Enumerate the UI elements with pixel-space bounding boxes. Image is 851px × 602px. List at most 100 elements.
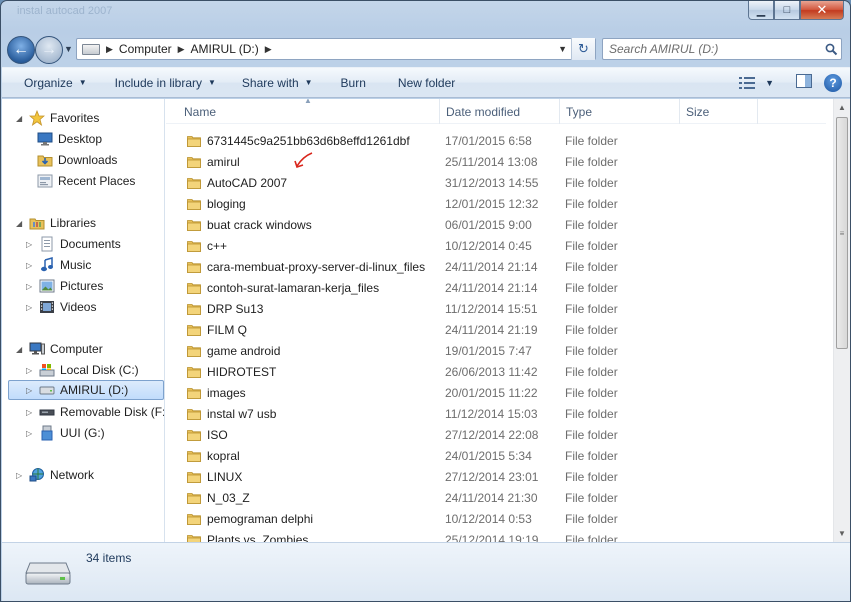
file-name[interactable]: amirul <box>187 155 240 169</box>
file-row[interactable]: ISO 27/12/2014 22:08 File folder <box>166 424 826 445</box>
file-name[interactable]: bloging <box>187 197 246 211</box>
file-row[interactable]: pemograman delphi 10/12/2014 0:53 File fol… <box>166 508 826 529</box>
title-bar[interactable]: instal autocad 2007 ▁ □ ✕ <box>1 1 850 31</box>
file-name[interactable]: ISO <box>187 428 228 442</box>
back-button[interactable]: ← <box>7 36 35 64</box>
file-row[interactable]: DRP Su13 11/12/2014 15:51 File folder <box>166 298 826 319</box>
sidebar-item-desktop[interactable]: Desktop <box>36 129 102 149</box>
chevron-right-icon[interactable]: ▶ <box>106 44 113 55</box>
column-header-name[interactable]: Name <box>178 99 440 124</box>
search-icon[interactable] <box>821 43 841 56</box>
sidebar-item-network[interactable]: ▷ Network <box>16 465 94 485</box>
expand-arrow-icon[interactable]: ▷ <box>26 261 36 270</box>
file-name[interactable]: c++ <box>187 239 227 253</box>
help-icon[interactable]: ? <box>824 73 842 92</box>
file-row[interactable]: AutoCAD 2007 31/12/2013 14:55 File folder <box>166 172 826 193</box>
file-name[interactable]: DRP Su13 <box>187 302 263 316</box>
include-in-library-menu[interactable]: Include in library ▼ <box>97 68 226 97</box>
expand-arrow-icon[interactable]: ▷ <box>26 303 36 312</box>
file-name[interactable]: pemograman delphi <box>187 512 313 526</box>
expand-arrow-icon[interactable]: ▷ <box>26 366 36 375</box>
expand-arrow-icon[interactable]: ▷ <box>16 471 26 480</box>
change-view-button[interactable]: ▼ <box>739 76 774 89</box>
burn-button[interactable]: Burn <box>323 68 376 97</box>
file-name[interactable]: game android <box>187 344 280 358</box>
chevron-right-icon[interactable]: ▶ <box>178 44 185 55</box>
file-row[interactable]: 6731445c9a251bb63d6b8effd1261dbf 17/01/20… <box>166 130 826 151</box>
forward-button[interactable]: → <box>35 36 63 64</box>
file-name[interactable]: N_03_Z <box>187 491 250 505</box>
scrollbar-thumb[interactable]: ≡ <box>836 117 848 349</box>
preview-pane-button[interactable] <box>796 74 812 91</box>
file-list-pane[interactable]: ▲ Name Date modified Type Size 6731445c9… <box>166 99 850 542</box>
sidebar-item-videos[interactable]: ▷ Videos <box>26 297 96 317</box>
sidebar-item-documents[interactable]: ▷ Documents <box>26 234 121 254</box>
sidebar-item-recent-places[interactable]: Recent Places <box>36 171 135 191</box>
file-name[interactable]: Plants vs. Zombies <box>187 533 308 542</box>
file-row[interactable]: buat crack windows 06/01/2015 9:00 File fo… <box>166 214 826 235</box>
vertical-scrollbar[interactable]: ▲ ≡ ▼ <box>833 99 850 542</box>
file-name[interactable]: FILM Q <box>187 323 247 337</box>
file-row[interactable]: bloging 12/01/2015 12:32 File folder <box>166 193 826 214</box>
column-header-size[interactable]: Size <box>680 99 758 124</box>
collapse-arrow-icon[interactable]: ◢ <box>16 345 26 354</box>
scroll-up-arrow-icon[interactable]: ▲ <box>834 99 850 116</box>
file-row[interactable]: instal w7 usb 11/12/2014 15:03 File folder <box>166 403 826 424</box>
file-row[interactable]: LINUX 27/12/2014 23:01 File folder <box>166 466 826 487</box>
column-header-type[interactable]: Type <box>560 99 680 124</box>
file-name[interactable]: 6731445c9a251bb63d6b8effd1261dbf <box>187 134 410 148</box>
new-folder-button[interactable]: New folder <box>376 68 465 97</box>
breadcrumb-drive[interactable]: AMIRUL (D:) <box>191 42 259 56</box>
sidebar-item-downloads[interactable]: Downloads <box>36 150 117 170</box>
sidebar-item-computer[interactable]: ◢ Computer <box>16 339 103 359</box>
sidebar-item-amirul-d[interactable]: ▷ AMIRUL (D:) <box>8 380 164 400</box>
file-name[interactable]: instal w7 usb <box>187 407 276 421</box>
file-row[interactable]: FILM Q 24/11/2014 21:19 File folder <box>166 319 826 340</box>
file-row[interactable]: amirul 25/11/2014 13:08 File folder <box>166 151 826 172</box>
file-row[interactable]: cara-membuat-proxy-server-di-linux_files… <box>166 256 826 277</box>
navigation-pane[interactable]: ◢ Favorites Desktop Downloads Recent Pla… <box>2 99 165 542</box>
file-name[interactable]: contoh-surat-lamaran-kerja_files <box>187 281 379 295</box>
file-row[interactable]: N_03_Z 24/11/2014 21:30 File folder <box>166 487 826 508</box>
maximize-button[interactable]: □ <box>774 1 800 20</box>
refresh-button[interactable]: ↻ <box>571 38 595 60</box>
chevron-right-icon[interactable]: ▶ <box>265 44 272 55</box>
expand-arrow-icon[interactable]: ▷ <box>26 408 36 417</box>
share-with-menu[interactable]: Share with ▼ <box>226 68 323 97</box>
close-button[interactable]: ✕ <box>800 1 844 20</box>
expand-arrow-icon[interactable]: ▷ <box>26 240 36 249</box>
recent-pages-dropdown[interactable]: ▼ <box>64 44 73 54</box>
breadcrumb-computer[interactable]: Computer <box>119 42 172 56</box>
file-row[interactable]: HIDROTEST 26/06/2013 11:42 File folder <box>166 361 826 382</box>
file-row[interactable]: images 20/01/2015 11:22 File folder <box>166 382 826 403</box>
sidebar-item-removable-disk-f[interactable]: ▷ Removable Disk (F:) <box>26 402 164 422</box>
address-bar[interactable]: ▶ Computer ▶ AMIRUL (D:) ▶ ▼ ↻ <box>76 38 596 60</box>
collapse-arrow-icon[interactable]: ◢ <box>16 219 26 228</box>
file-row[interactable]: c++ 10/12/2014 0:45 File folder <box>166 235 826 256</box>
column-header-date-modified[interactable]: Date modified <box>440 99 560 124</box>
address-history-dropdown[interactable]: ▼ <box>558 44 567 54</box>
sidebar-item-favorites[interactable]: ◢ Favorites <box>16 108 99 128</box>
file-row[interactable]: game android 19/01/2015 7:47 File folder <box>166 340 826 361</box>
file-name[interactable]: LINUX <box>187 470 242 484</box>
sidebar-item-local-disk-c[interactable]: ▷ Local Disk (C:) <box>26 360 139 380</box>
file-name[interactable]: images <box>187 386 246 400</box>
minimize-button[interactable]: ▁ <box>748 1 774 20</box>
file-name[interactable]: HIDROTEST <box>187 365 276 379</box>
file-row[interactable]: Plants vs. Zombies 25/12/2014 19:19 File f… <box>166 529 826 542</box>
sidebar-item-music[interactable]: ▷ Music <box>26 255 91 275</box>
expand-arrow-icon[interactable]: ▷ <box>26 429 36 438</box>
sidebar-item-libraries[interactable]: ◢ Libraries <box>16 213 96 233</box>
search-input[interactable] <box>603 42 821 56</box>
file-name[interactable]: AutoCAD 2007 <box>187 176 287 190</box>
file-row[interactable]: contoh-surat-lamaran-kerja_files 24/11/20… <box>166 277 826 298</box>
file-name[interactable]: kopral <box>187 449 240 463</box>
collapse-arrow-icon[interactable]: ◢ <box>16 114 26 123</box>
expand-arrow-icon[interactable]: ▷ <box>26 282 36 291</box>
file-name[interactable]: buat crack windows <box>187 218 312 232</box>
file-name[interactable]: cara-membuat-proxy-server-di-linux_files <box>187 260 425 274</box>
search-box[interactable] <box>602 38 842 60</box>
organize-menu[interactable]: Organize ▼ <box>2 68 97 97</box>
expand-arrow-icon[interactable]: ▷ <box>26 386 36 395</box>
sidebar-item-uui-g[interactable]: ▷ UUI (G:) <box>26 423 105 443</box>
